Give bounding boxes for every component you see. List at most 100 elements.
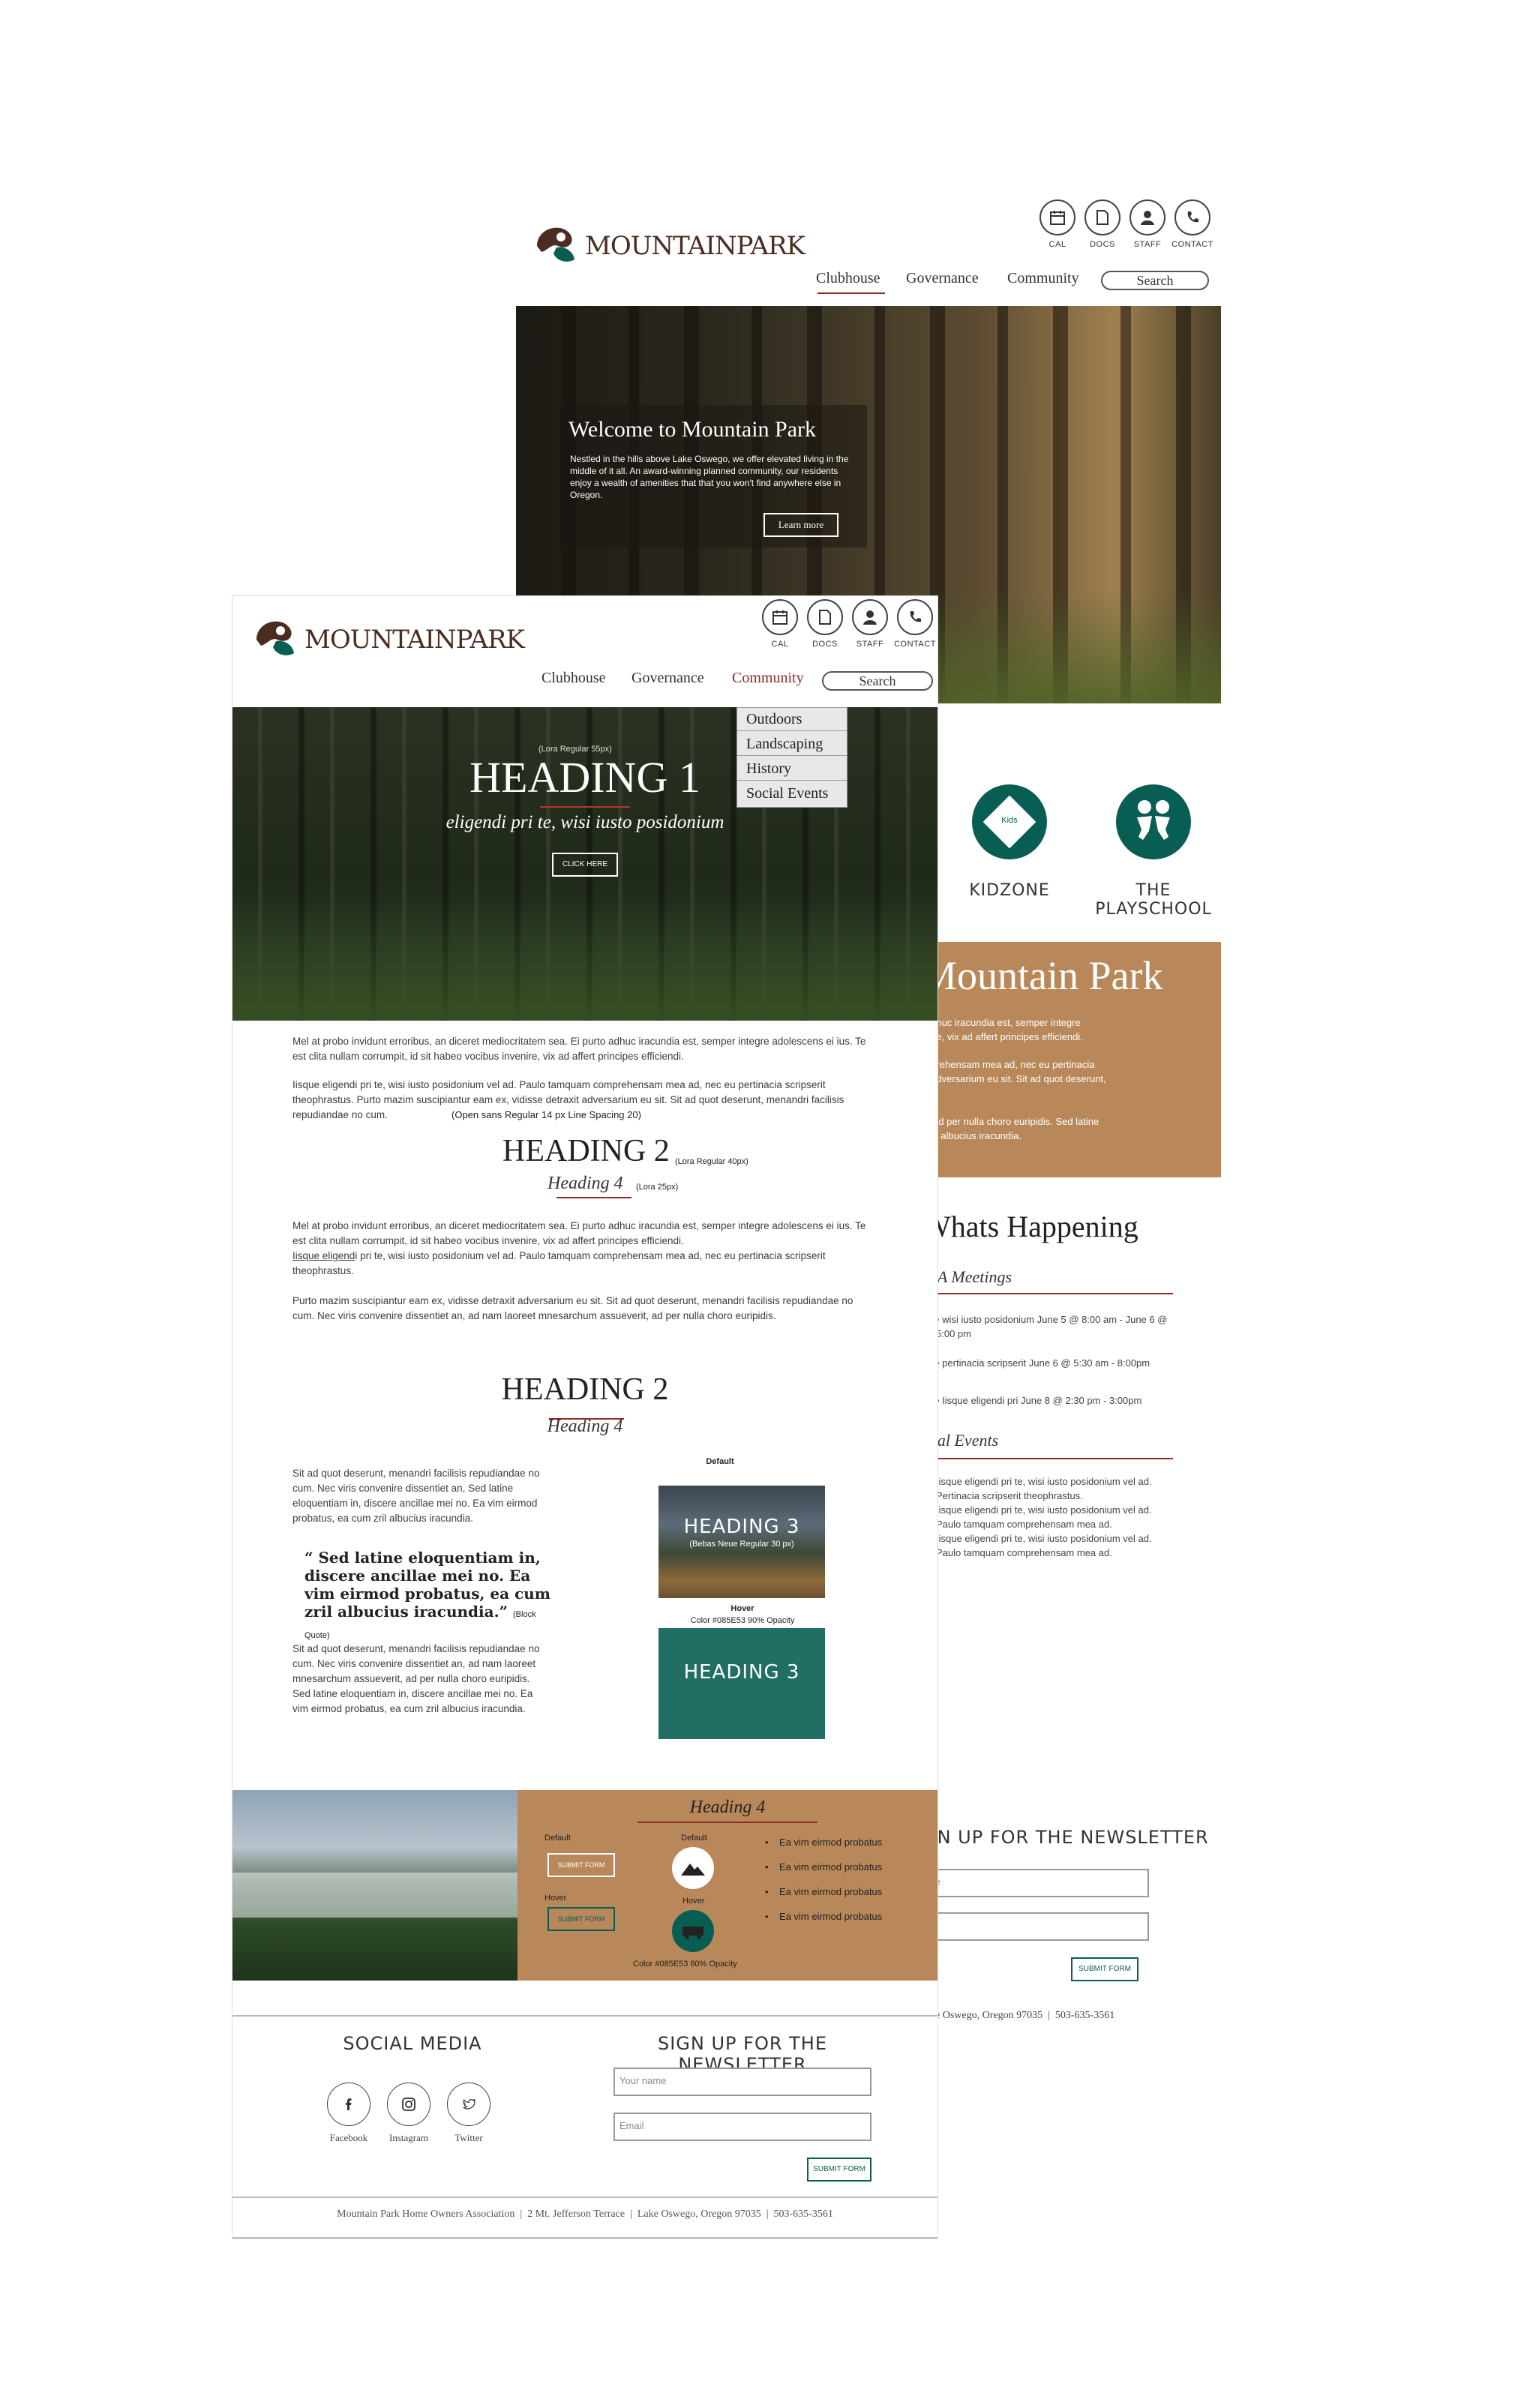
community-dropdown: Outdoors Landscaping History Social Even… [736, 707, 848, 808]
facebook-button[interactable] [327, 2083, 370, 2126]
hero-heading-1: HEADING 1 [470, 753, 700, 802]
playschool-title[interactable]: THE PLAYSCHOOL [1082, 881, 1225, 919]
instagram-icon [402, 2098, 416, 2111]
staff-button[interactable] [1130, 199, 1166, 235]
about-p2: nprehensam mea ad, nec eu pertinacia t a… [926, 1059, 1106, 1084]
click-here-button[interactable]: CLICK HERE [552, 853, 618, 877]
learn-more-button[interactable]: Learn more [764, 513, 838, 537]
front-cal-label: CAL [771, 640, 789, 649]
children-icon [1137, 800, 1170, 840]
btn-default-label: Default [544, 1834, 571, 1843]
social-events-rule [926, 1458, 1173, 1459]
front-docs-button[interactable] [807, 599, 843, 635]
submit-form-button[interactable]: SUBMIT FORM [807, 2158, 872, 2182]
nav-active-underline [818, 292, 885, 294]
search-input[interactable]: Search [1101, 271, 1209, 290]
twitter-icon [463, 2098, 476, 2110]
whats-happening-title: Whats Happening [922, 1210, 1138, 1243]
twitter-button[interactable] [447, 2083, 490, 2126]
link-paragraph: Iisque eligendi pri te, wisi iusto posid… [292, 1250, 826, 1276]
front-nav-governance[interactable]: Governance [632, 670, 704, 687]
card-font-note: (Bebas Neue Regular 30 px) [689, 1540, 794, 1549]
heading-3-card-hover[interactable]: HEADING 3 [658, 1628, 825, 1739]
about-tan-block: Mountain Park adhuc iracundia est, sempe… [921, 942, 1221, 1177]
phone-icon [910, 611, 921, 622]
facebook-icon [346, 2098, 352, 2110]
logo-text: MOUNTAINPARK [585, 231, 806, 261]
hero-subtitle: eligendi pri te, wisi iusto posidonium [446, 812, 724, 832]
mountain-icon-default[interactable] [672, 1847, 714, 1889]
facebook-label[interactable]: Facebook [319, 2132, 379, 2144]
front-nav-clubhouse[interactable]: Clubhouse [542, 670, 606, 687]
rv-icon-hover[interactable] [672, 1910, 714, 1952]
calendar-button[interactable] [1040, 199, 1076, 235]
heading-4: Heading 4 [548, 1174, 623, 1193]
body-font-note: (Open sans Regular 14 px Line Spacing 20… [452, 1109, 641, 1120]
front-page: MOUNTAINPARK CAL DOCS STAFF CONTACT Club… [232, 596, 938, 2239]
name-input[interactable]: Your name [614, 2068, 872, 2096]
heading-4-rule [556, 1197, 632, 1198]
docs-button[interactable] [1084, 199, 1120, 235]
calendar-icon [772, 610, 788, 625]
kids-label: Kids [1001, 816, 1018, 825]
twitter-label[interactable]: Twitter [439, 2132, 499, 2144]
tan-color-note: Color #085E53 80% Opacity [633, 1960, 737, 1969]
rv-icon [682, 1927, 704, 1939]
document-icon [819, 610, 831, 625]
nav-community[interactable]: Community [1007, 270, 1079, 287]
front-contact-button[interactable] [897, 599, 933, 635]
instagram-label[interactable]: Instagram [379, 2132, 439, 2144]
back-email-input[interactable] [921, 1912, 1149, 1941]
meeting-item-1: • wisi iusto posidonium June 5 @ 8:00 am… [936, 1314, 1168, 1339]
tan-heading: Heading 4 [689, 1798, 766, 1817]
inline-link[interactable]: Iisque eligend [292, 1250, 355, 1261]
about-title: Mountain Park [921, 953, 1163, 998]
fourth-paragraph: Purto mazim suscipiantur eam ex, vidisse… [292, 1295, 854, 1321]
footer-address-rule [232, 2197, 938, 2198]
hero-title: Welcome to Mountain Park [568, 417, 817, 442]
dropdown-landscaping[interactable]: Landscaping [737, 733, 847, 756]
dropdown-outdoors[interactable]: Outdoors [737, 708, 847, 731]
heading-4b-rule [549, 1418, 624, 1420]
nav-clubhouse[interactable]: Clubhouse [816, 270, 880, 287]
heading-2-note: (Lora Regular 40px) [675, 1157, 748, 1166]
dropdown-history[interactable]: History [737, 757, 847, 781]
submit-hover-button[interactable]: SUBMIT FORM [548, 1907, 615, 1931]
hero-rule [540, 806, 630, 808]
kidzone-badge[interactable]: Kids [972, 784, 1047, 859]
heading-3-card[interactable]: HEADING 3 (Bebas Neue Regular 30 px) [658, 1486, 825, 1598]
cal-label: CAL [1048, 240, 1066, 249]
front-search-input[interactable]: Search [822, 671, 933, 691]
heading-4b: Heading 4 [547, 1417, 623, 1436]
heading-2b: HEADING 2 [501, 1372, 669, 1407]
tan-bullet-3: • Ea vim eirmod probatus [765, 1886, 883, 1897]
front-calendar-button[interactable] [762, 599, 798, 635]
tan-bullet-2: • Ea vim eirmod probatus [765, 1861, 883, 1873]
nav-governance[interactable]: Governance [906, 270, 979, 287]
back-submit-button[interactable]: SUBMIT FORM [1071, 1957, 1138, 1981]
back-address: ke Oswego, Oregon 97035 | 503-635-3561 [930, 2010, 1115, 2021]
instagram-button[interactable] [387, 2083, 430, 2126]
card-hover-label: Hover [730, 1604, 754, 1613]
tan-bullet-1: • Ea vim eirmod probatus [765, 1837, 883, 1848]
front-logo-mark-icon [256, 621, 294, 655]
back-name-input[interactable]: me [921, 1869, 1149, 1897]
about-p1: adhuc iracundia est, semper integre nire… [926, 1017, 1083, 1042]
email-input[interactable]: Email [614, 2113, 872, 2141]
playschool-badge[interactable] [1116, 784, 1191, 859]
tan-band: Heading 4 Default SUBMIT FORM Hover SUBM… [518, 1790, 938, 1981]
front-staff-button[interactable] [852, 599, 888, 635]
front-nav-community[interactable]: Community [732, 670, 804, 687]
card-heading: HEADING 3 [683, 1516, 800, 1538]
contact-button[interactable] [1174, 199, 1210, 235]
social-media-title: SOCIAL MEDIA [343, 2033, 482, 2054]
submit-default-button[interactable]: SUBMIT FORM [548, 1853, 615, 1877]
column-paragraph-2: Sit ad quot deserunt, menandri facilisis… [292, 1643, 540, 1714]
person-icon [1141, 211, 1154, 225]
dropdown-social-events[interactable]: Social Events [737, 782, 847, 805]
logo[interactable]: MOUNTAINPARK [531, 217, 806, 270]
heading-4-note: (Lora 25px) [636, 1183, 679, 1192]
kidzone-title[interactable]: KIDZONE [964, 881, 1054, 900]
front-logo[interactable]: MOUNTAINPARK [250, 611, 525, 664]
calendar-icon [1050, 211, 1065, 225]
